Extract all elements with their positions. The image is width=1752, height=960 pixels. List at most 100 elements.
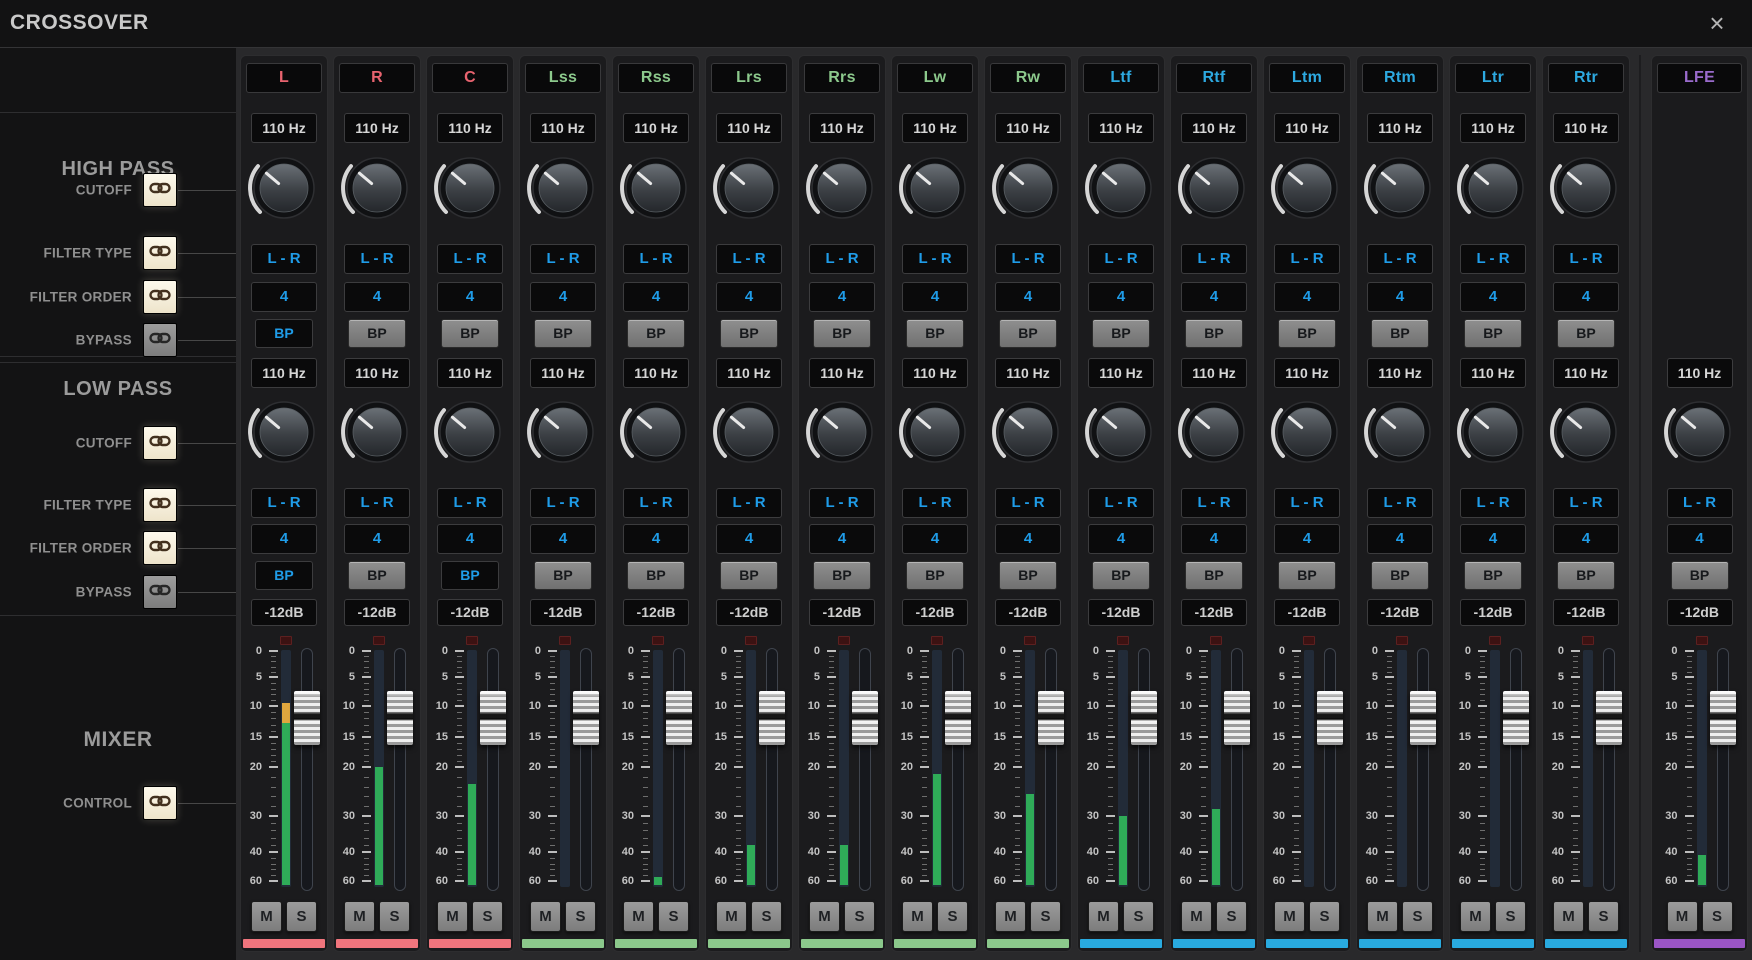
- lp-cutoff-value[interactable]: 110 Hz: [1181, 358, 1247, 388]
- lp-filter-type-button[interactable]: L - R: [1553, 488, 1619, 518]
- solo-button[interactable]: S: [1216, 901, 1247, 932]
- mute-button[interactable]: M: [1181, 901, 1212, 932]
- link-toggle-button[interactable]: [143, 173, 177, 207]
- hp-filter-type-button[interactable]: L - R: [809, 244, 875, 274]
- hp-cutoff-knob[interactable]: [246, 150, 322, 228]
- link-toggle-button[interactable]: [143, 531, 177, 565]
- hp-cutoff-value[interactable]: 110 Hz: [1553, 113, 1619, 143]
- hp-bypass-button[interactable]: BP: [906, 319, 964, 348]
- hp-filter-order-button[interactable]: 4: [1274, 282, 1340, 312]
- mixer-gain-value[interactable]: -12dB: [1274, 599, 1340, 626]
- mixer-gain-value[interactable]: -12dB: [623, 599, 689, 626]
- lp-cutoff-value[interactable]: 110 Hz: [1553, 358, 1619, 388]
- hp-filter-order-button[interactable]: 4: [809, 282, 875, 312]
- lp-filter-type-button[interactable]: L - R: [1181, 488, 1247, 518]
- fader-handle[interactable]: [1410, 691, 1436, 745]
- lp-filter-order-button[interactable]: 4: [251, 524, 317, 554]
- lp-filter-order-button[interactable]: 4: [809, 524, 875, 554]
- lp-cutoff-knob[interactable]: [1362, 394, 1438, 472]
- mute-button[interactable]: M: [1667, 901, 1698, 932]
- fader-handle[interactable]: [666, 691, 692, 745]
- lp-bypass-button[interactable]: BP: [348, 561, 406, 590]
- lp-filter-order-button[interactable]: 4: [1274, 524, 1340, 554]
- hp-filter-order-button[interactable]: 4: [1181, 282, 1247, 312]
- mute-button[interactable]: M: [995, 901, 1026, 932]
- lp-cutoff-knob[interactable]: [1548, 394, 1624, 472]
- lp-bypass-button[interactable]: BP: [1092, 561, 1150, 590]
- lp-cutoff-knob[interactable]: [1455, 394, 1531, 472]
- lp-cutoff-value[interactable]: 110 Hz: [1460, 358, 1526, 388]
- hp-filter-order-button[interactable]: 4: [530, 282, 596, 312]
- mixer-gain-value[interactable]: -12dB: [530, 599, 596, 626]
- hp-bypass-button[interactable]: BP: [1371, 319, 1429, 348]
- lp-filter-type-button[interactable]: L - R: [437, 488, 503, 518]
- lp-cutoff-value[interactable]: 110 Hz: [1274, 358, 1340, 388]
- hp-cutoff-knob[interactable]: [1548, 150, 1624, 228]
- fader-track[interactable]: [1324, 648, 1336, 891]
- hp-filter-order-button[interactable]: 4: [1367, 282, 1433, 312]
- mixer-gain-value[interactable]: -12dB: [716, 599, 782, 626]
- mixer-gain-value[interactable]: -12dB: [344, 599, 410, 626]
- lp-filter-order-button[interactable]: 4: [530, 524, 596, 554]
- mute-button[interactable]: M: [530, 901, 561, 932]
- hp-bypass-button[interactable]: BP: [1278, 319, 1336, 348]
- fader-handle[interactable]: [1596, 691, 1622, 745]
- solo-button[interactable]: S: [286, 901, 317, 932]
- lp-cutoff-knob[interactable]: [1662, 394, 1738, 472]
- lp-cutoff-value[interactable]: 110 Hz: [344, 358, 410, 388]
- lp-filter-order-button[interactable]: 4: [344, 524, 410, 554]
- lp-cutoff-value[interactable]: 110 Hz: [1367, 358, 1433, 388]
- hp-filter-type-button[interactable]: L - R: [623, 244, 689, 274]
- fader-track[interactable]: [859, 648, 871, 891]
- hp-bypass-button[interactable]: BP: [255, 319, 313, 348]
- fader-track[interactable]: [952, 648, 964, 891]
- fader-handle[interactable]: [1710, 691, 1736, 745]
- mute-button[interactable]: M: [1553, 901, 1584, 932]
- hp-cutoff-value[interactable]: 110 Hz: [344, 113, 410, 143]
- solo-button[interactable]: S: [472, 901, 503, 932]
- lp-filter-type-button[interactable]: L - R: [530, 488, 596, 518]
- hp-cutoff-knob[interactable]: [1269, 150, 1345, 228]
- lp-filter-order-button[interactable]: 4: [437, 524, 503, 554]
- lp-bypass-button[interactable]: BP: [1371, 561, 1429, 590]
- lp-cutoff-knob[interactable]: [1083, 394, 1159, 472]
- fader-handle[interactable]: [573, 691, 599, 745]
- mixer-gain-value[interactable]: -12dB: [1181, 599, 1247, 626]
- lp-filter-order-button[interactable]: 4: [995, 524, 1061, 554]
- solo-button[interactable]: S: [565, 901, 596, 932]
- mixer-gain-value[interactable]: -12dB: [902, 599, 968, 626]
- lp-cutoff-knob[interactable]: [1176, 394, 1252, 472]
- solo-button[interactable]: S: [1588, 901, 1619, 932]
- hp-bypass-button[interactable]: BP: [813, 319, 871, 348]
- fader-track[interactable]: [301, 648, 313, 891]
- lp-filter-type-button[interactable]: L - R: [995, 488, 1061, 518]
- fader-track[interactable]: [580, 648, 592, 891]
- lp-bypass-button[interactable]: BP: [534, 561, 592, 590]
- mixer-gain-value[interactable]: -12dB: [1460, 599, 1526, 626]
- hp-cutoff-knob[interactable]: [990, 150, 1066, 228]
- lp-filter-order-button[interactable]: 4: [1367, 524, 1433, 554]
- hp-filter-type-button[interactable]: L - R: [344, 244, 410, 274]
- lp-bypass-button[interactable]: BP: [720, 561, 778, 590]
- hp-cutoff-knob[interactable]: [804, 150, 880, 228]
- hp-filter-order-button[interactable]: 4: [251, 282, 317, 312]
- lp-cutoff-value[interactable]: 110 Hz: [530, 358, 596, 388]
- hp-cutoff-knob[interactable]: [711, 150, 787, 228]
- hp-bypass-button[interactable]: BP: [1185, 319, 1243, 348]
- lp-bypass-button[interactable]: BP: [906, 561, 964, 590]
- lp-filter-type-button[interactable]: L - R: [1667, 488, 1733, 518]
- fader-track[interactable]: [766, 648, 778, 891]
- lp-filter-order-button[interactable]: 4: [902, 524, 968, 554]
- lp-filter-order-button[interactable]: 4: [1181, 524, 1247, 554]
- hp-cutoff-knob[interactable]: [1083, 150, 1159, 228]
- lp-bypass-button[interactable]: BP: [1464, 561, 1522, 590]
- hp-cutoff-knob[interactable]: [1362, 150, 1438, 228]
- lp-cutoff-knob[interactable]: [804, 394, 880, 472]
- fader-handle[interactable]: [759, 691, 785, 745]
- lp-filter-order-button[interactable]: 4: [1088, 524, 1154, 554]
- mixer-gain-value[interactable]: -12dB: [251, 599, 317, 626]
- hp-bypass-button[interactable]: BP: [999, 319, 1057, 348]
- mixer-gain-value[interactable]: -12dB: [1367, 599, 1433, 626]
- link-toggle-button[interactable]: [143, 426, 177, 460]
- solo-button[interactable]: S: [379, 901, 410, 932]
